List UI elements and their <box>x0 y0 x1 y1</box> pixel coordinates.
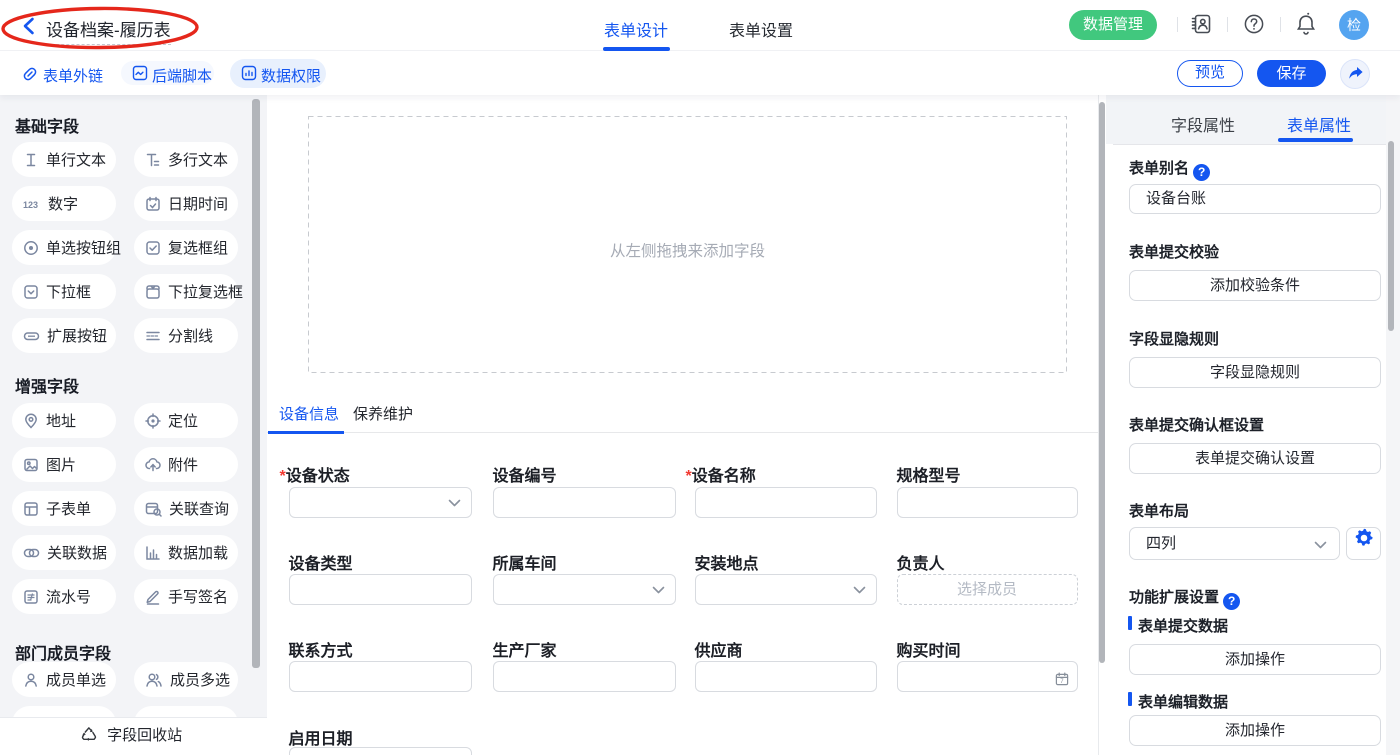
svg-text:123: 123 <box>23 200 38 210</box>
